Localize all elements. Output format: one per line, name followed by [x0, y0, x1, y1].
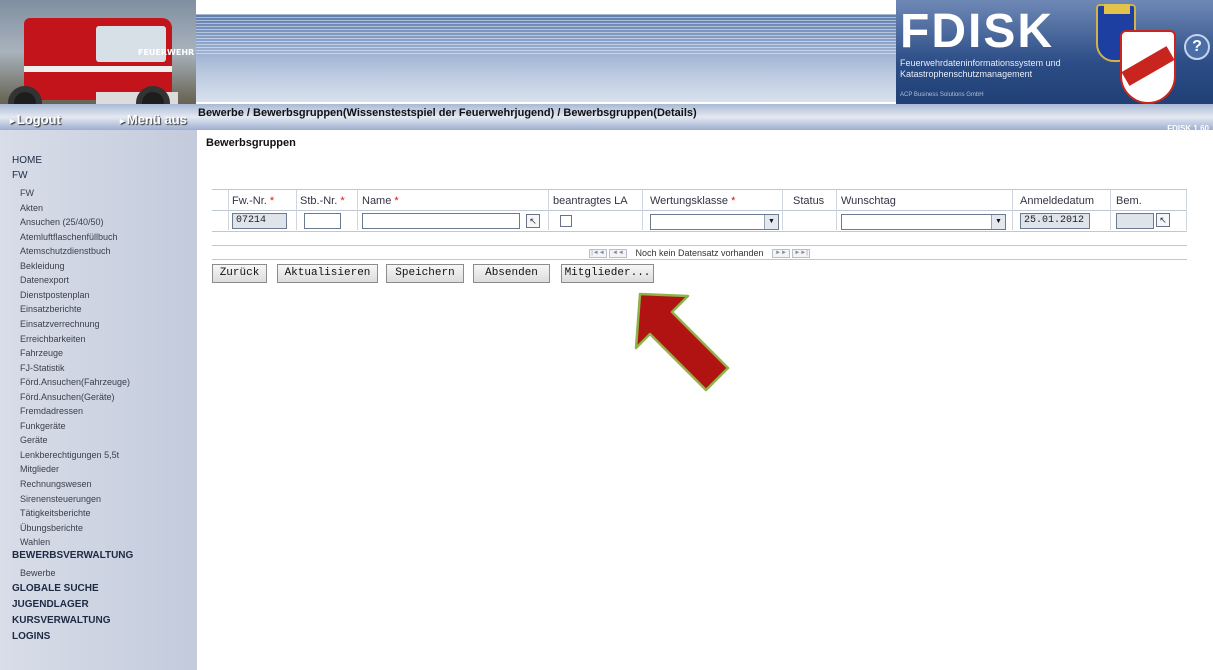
- bem-field[interactable]: [1116, 213, 1154, 229]
- sidebar-item-fw-22[interactable]: Tätigkeitsberichte: [20, 508, 91, 518]
- sidebar-item-fw-2[interactable]: Ansuchen (25/40/50): [20, 217, 104, 227]
- sidebar-item-fw-18[interactable]: Lenkberechtigungen 5,5t: [20, 450, 119, 460]
- sidebar-item-fw-16[interactable]: Funkgeräte: [20, 421, 66, 431]
- sidebar-item-fw-5[interactable]: Bekleidung: [20, 261, 65, 271]
- help-icon[interactable]: ?: [1184, 34, 1210, 60]
- logout-button[interactable]: ►Logout: [8, 112, 61, 127]
- sidebar: HOME FW FW Akten Ansuchen (25/40/50) Atemlu…: [0, 130, 197, 670]
- first-page-icon[interactable]: |◄◄: [588, 249, 607, 259]
- column-header-wertungsklasse[interactable]: Wertungsklasse *: [650, 190, 735, 211]
- next-page-icon[interactable]: ►►: [772, 249, 791, 259]
- page-title: Bewerbsgruppen: [206, 137, 296, 149]
- sidebar-item-fw-20[interactable]: Rechnungswesen: [20, 479, 92, 489]
- arrow-right-icon: ►: [118, 116, 127, 126]
- prev-page-icon[interactable]: ◄◄: [608, 249, 627, 259]
- column-header-status[interactable]: Status: [793, 190, 824, 211]
- sidebar-item-fw-15[interactable]: Fremdadressen: [20, 406, 83, 416]
- sidebar-item-fw-1[interactable]: Akten: [20, 203, 43, 213]
- sidebar-item-home[interactable]: HOME: [12, 155, 42, 166]
- chevron-down-icon[interactable]: ▼: [991, 215, 1005, 229]
- sidebar-item-fw-4[interactable]: Atemschutzdienstbuch: [20, 246, 111, 256]
- sidebar-item-fw-24[interactable]: Wahlen: [20, 537, 50, 547]
- sidebar-item-fw-21[interactable]: Sirenensteuerungen: [20, 494, 101, 504]
- stb-nr-field[interactable]: [304, 213, 341, 229]
- sidebar-item-jugendlager[interactable]: JUGENDLAGER: [12, 599, 89, 610]
- sidebar-item-kursverwaltung[interactable]: KURSVERWALTUNG: [12, 615, 111, 626]
- sidebar-item-fw-3[interactable]: Atemluftflaschenfüllbuch: [20, 232, 118, 242]
- column-header-name[interactable]: Name *: [362, 190, 399, 211]
- column-header-stb-nr[interactable]: Stb.-Nr. *: [300, 190, 345, 211]
- annotation-arrow-icon: [634, 288, 754, 408]
- column-header-wunschtag[interactable]: Wunschtag: [841, 190, 896, 211]
- sidebar-item-fw-8[interactable]: Einsatzberichte: [20, 304, 82, 314]
- sidebar-item-fw[interactable]: FW: [12, 170, 28, 181]
- anmeldedatum-field[interactable]: 25.01.2012: [1020, 213, 1090, 229]
- sidebar-item-fw-19[interactable]: Mitglieder: [20, 464, 59, 474]
- wertungsklasse-select[interactable]: [650, 214, 779, 230]
- sidebar-item-bewerbsverwaltung[interactable]: BEWERBSVERWALTUNG: [12, 550, 133, 561]
- sidebar-item-bewerbe[interactable]: Bewerbe: [20, 568, 56, 578]
- chevron-down-icon[interactable]: ▼: [764, 215, 778, 229]
- sidebar-item-fw-11[interactable]: Fahrzeuge: [20, 348, 63, 358]
- sidebar-item-fw-7[interactable]: Dienstpostenplan: [20, 290, 90, 300]
- breadcrumb: Bewerbe / Bewerbsgruppen(Wissenstestspie…: [198, 107, 697, 119]
- truck-label: FEUERWEHR: [138, 48, 195, 57]
- column-header-anmeldedatum[interactable]: Anmeldedatum: [1020, 190, 1094, 211]
- arrow-right-icon: ►: [8, 116, 17, 126]
- sidebar-item-globale-suche[interactable]: GLOBALE SUCHE: [12, 583, 99, 594]
- refresh-button[interactable]: Aktualisieren: [277, 264, 378, 283]
- sidebar-item-fw-17[interactable]: Geräte: [20, 435, 48, 445]
- column-header-fw-nr[interactable]: Fw.-Nr. *: [232, 190, 274, 211]
- brand-company: ACP Business Solutions GmbH: [900, 92, 984, 98]
- sidebar-item-logins[interactable]: LOGINS: [12, 631, 50, 642]
- sidebar-item-fw-0[interactable]: FW: [20, 188, 34, 198]
- sidebar-item-fw-13[interactable]: Förd.Ansuchen(Fahrzeuge): [20, 377, 130, 387]
- members-button[interactable]: Mitglieder...: [561, 264, 654, 283]
- sidebar-item-fw-23[interactable]: Übungsberichte: [20, 523, 83, 533]
- sidebar-item-fw-12[interactable]: FJ-Statistik: [20, 363, 65, 373]
- sidebar-item-fw-6[interactable]: Datenexport: [20, 275, 69, 285]
- name-picker-icon[interactable]: ↖: [526, 214, 540, 228]
- save-button[interactable]: Speichern: [386, 264, 464, 283]
- back-button[interactable]: Zurück: [212, 264, 267, 283]
- column-header-bem[interactable]: Bem.: [1116, 190, 1142, 211]
- sidebar-item-fw-10[interactable]: Erreichbarkeiten: [20, 334, 86, 344]
- wunschtag-select[interactable]: [841, 214, 1006, 230]
- brand-logo-text: FDISK: [900, 5, 1054, 58]
- name-field[interactable]: [362, 213, 520, 229]
- submit-button[interactable]: Absenden: [473, 264, 550, 283]
- sidebar-item-fw-14[interactable]: Förd.Ansuchen(Geräte): [20, 392, 115, 402]
- column-header-beantragtes-la[interactable]: beantragtes LA: [553, 190, 628, 211]
- fire-brigade-crest-icon: [1120, 30, 1176, 104]
- pager: |◄◄ ◄◄ Noch kein Datensatz vorhanden ►► ►►…: [212, 245, 1187, 260]
- bem-picker-icon[interactable]: ↖: [1156, 213, 1170, 227]
- beantragtes-la-checkbox[interactable]: [560, 215, 572, 227]
- menu-toggle-button[interactable]: ►Menü aus: [118, 112, 187, 127]
- last-page-icon[interactable]: ►►|: [792, 249, 811, 259]
- fw-nr-field[interactable]: 07214: [232, 213, 287, 229]
- pager-status: Noch kein Datensatz vorhanden: [635, 248, 764, 258]
- brand-subtitle: Feuerwehrdateninformationssystem und Kat…: [900, 58, 1061, 79]
- sidebar-item-fw-9[interactable]: Einsatzverrechnung: [20, 319, 100, 329]
